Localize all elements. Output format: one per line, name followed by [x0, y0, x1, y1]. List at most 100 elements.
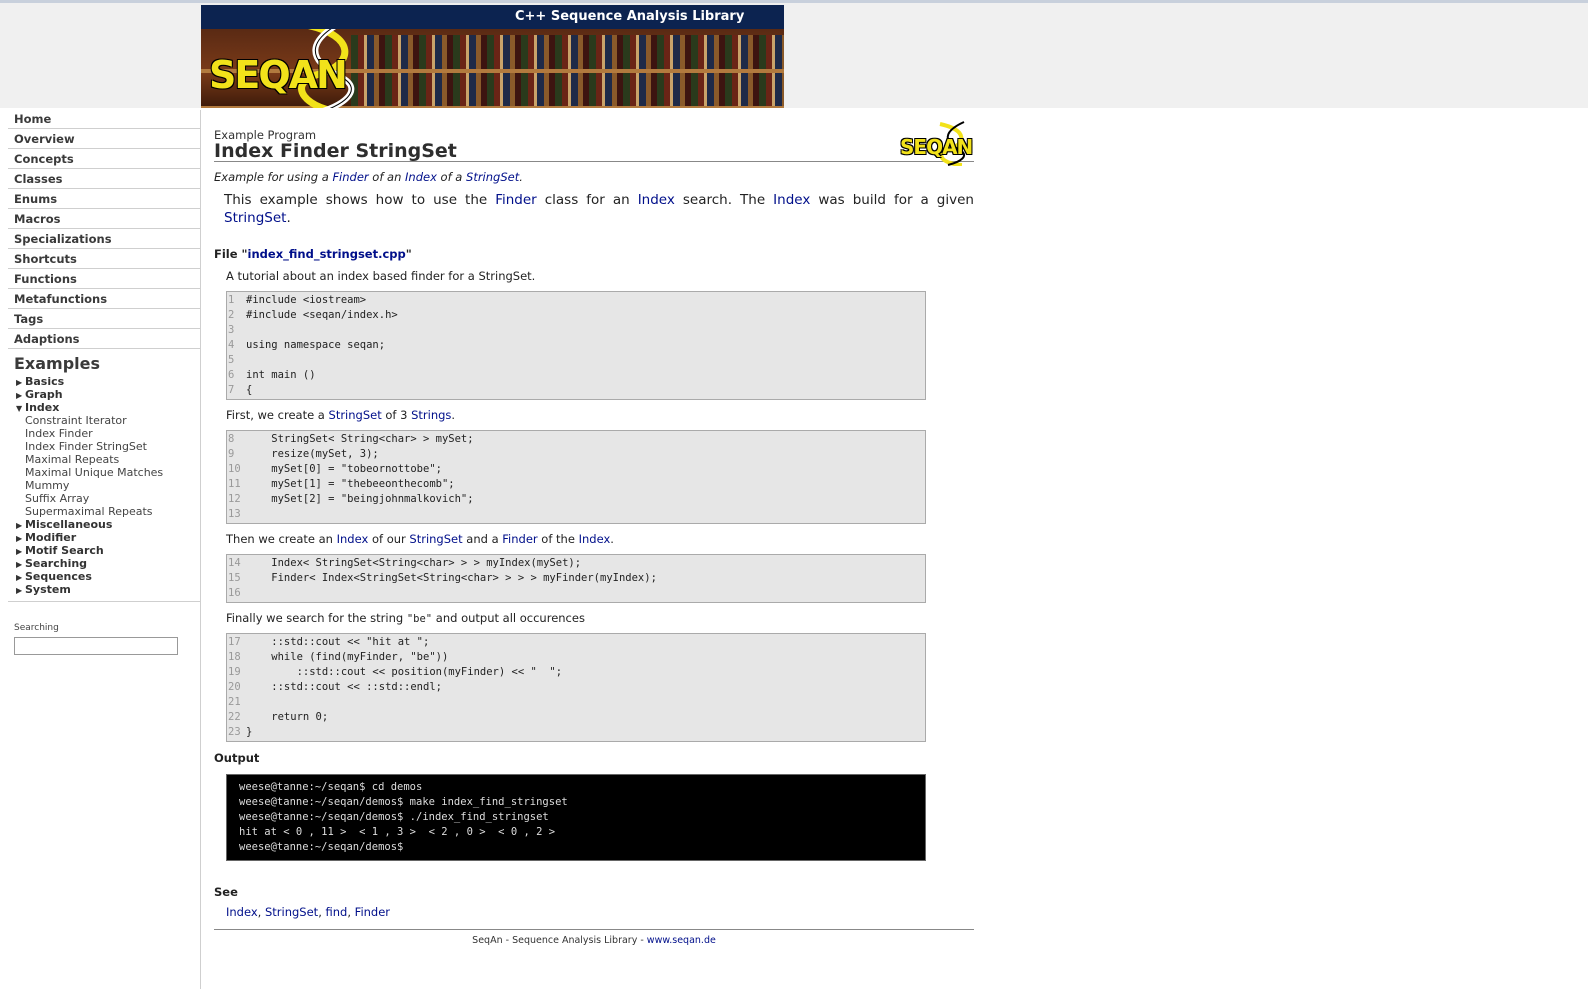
line-number: 12 [228, 493, 241, 505]
link-stringset[interactable]: StringSet [224, 210, 286, 226]
nav-item-home[interactable]: Home [8, 110, 200, 129]
code-text: #include <seqan/index.h> [246, 309, 398, 321]
examples-category-modifier[interactable]: ▶ Modifier [8, 531, 200, 544]
link-finder[interactable]: Finder [495, 192, 537, 208]
line-number: 16 [228, 587, 241, 599]
footer-link[interactable]: www.seqan.de [647, 935, 716, 946]
examples-item-supermaximal-repeats[interactable]: Supermaximal Repeats [8, 505, 200, 518]
search-input[interactable] [14, 636, 178, 655]
examples-category-searching[interactable]: ▶ Searching [8, 557, 200, 570]
line-number: 10 [228, 463, 241, 475]
link-index[interactable]: Index [579, 532, 611, 546]
examples-category-index[interactable]: ▼ Index [8, 401, 200, 414]
link-finder[interactable]: Finder [502, 532, 537, 546]
examples-item-suffix-array[interactable]: Suffix Array [8, 492, 200, 505]
terminal-output: weese@tanne:~/seqan$ cd demos weese@tanne… [226, 774, 926, 861]
link-stringset[interactable]: StringSet [409, 532, 462, 546]
examples-item-index-finder-stringset[interactable]: Index Finder StringSet [8, 440, 200, 453]
examples-category-system[interactable]: ▶ System [8, 583, 200, 596]
line-number: 6 [228, 369, 235, 381]
examples-category-graph[interactable]: ▶ Graph [8, 388, 200, 401]
examples-item-maximal-unique-matches[interactable]: Maximal Unique Matches [8, 466, 200, 479]
line-number: 1 [228, 294, 235, 306]
line-number: 21 [228, 696, 241, 708]
link-index[interactable]: Index [638, 192, 675, 208]
nav-item-classes[interactable]: Classes [8, 170, 200, 189]
triangle-right-icon: ▶ [16, 586, 23, 595]
nav-item-concepts[interactable]: Concepts [8, 150, 200, 169]
line-number: 23 [228, 726, 241, 738]
line-number: 8 [228, 433, 235, 445]
output-line: weese@tanne:~/seqan$ cd demos [239, 781, 423, 793]
examples-item-maximal-repeats[interactable]: Maximal Repeats [8, 453, 200, 466]
output-line: weese@tanne:~/seqan/demos$ make index_fi… [239, 796, 568, 808]
link-stringset[interactable]: StringSet [329, 408, 382, 422]
line-number: 2 [228, 309, 235, 321]
line-number: 4 [228, 339, 235, 351]
code-line: 1 #include <iostream> [227, 293, 925, 308]
examples-item-mummy[interactable]: Mummy [8, 479, 200, 492]
line-number: 15 [228, 572, 241, 584]
line-number: 22 [228, 711, 241, 723]
code-line: 19 ::std::cout << position(myFinder) << … [227, 665, 925, 680]
output-heading: Output [214, 751, 260, 765]
examples-heading: Examples [14, 354, 101, 373]
code-text: Index< StringSet<String<char> > > myInde… [246, 557, 582, 569]
link-index[interactable]: Index [773, 192, 810, 208]
nav-item-tags[interactable]: Tags [8, 310, 200, 329]
file-heading: File "index_find_stringset.cpp" [214, 247, 412, 261]
banner-image: SEQAN [201, 29, 784, 108]
code-line: 3 [227, 323, 925, 338]
category-label: System [25, 583, 71, 596]
category-label: Graph [25, 388, 63, 401]
file-link[interactable]: index_find_stringset.cpp [248, 247, 406, 261]
code-line: 11 mySet[1] = "thebeeonthecomb"; [227, 477, 925, 492]
code-line: 20 ::std::cout << ::std::endl; [227, 680, 925, 695]
examples-category-motif-search[interactable]: ▶ Motif Search [8, 544, 200, 557]
link-stringset[interactable]: StringSet [466, 170, 519, 184]
line-number: 5 [228, 354, 235, 366]
code-line: 16 [227, 586, 925, 601]
code-line: 17 ::std::cout << "hit at "; [227, 635, 925, 650]
description: This example shows how to use the Finder… [224, 192, 974, 226]
see-link-index[interactable]: Index [226, 905, 258, 919]
code-line: 2 #include <seqan/index.h> [227, 308, 925, 323]
see-link-find[interactable]: find [326, 905, 348, 919]
code-line: 13 [227, 507, 925, 522]
code-text: using namespace seqan; [246, 339, 386, 351]
code-line: 9 resize(mySet, 3); [227, 447, 925, 462]
link-index[interactable]: Index [337, 532, 369, 546]
main-content: Example Program Index Finder StringSet S… [214, 121, 974, 946]
code-text: int main () [246, 369, 316, 381]
line-number: 13 [228, 508, 241, 520]
nav-item-functions[interactable]: Functions [8, 270, 200, 289]
see-link-finder[interactable]: Finder [355, 905, 390, 919]
line-number: 9 [228, 448, 235, 460]
paragraph-3: Finally we search for the string "be" an… [226, 611, 585, 625]
link-index[interactable]: Index [405, 170, 437, 184]
nav-item-metafunctions[interactable]: Metafunctions [8, 290, 200, 309]
search-label: Searching [14, 623, 59, 633]
code-text: Finder< Index<StringSet<String<char> > >… [246, 572, 657, 584]
category-label: Basics [25, 375, 65, 388]
category-label: Motif Search [25, 544, 104, 557]
examples-item-index-finder[interactable]: Index Finder [8, 427, 200, 440]
nav-item-overview[interactable]: Overview [8, 130, 200, 149]
examples-item-constraint-iterator[interactable]: Constraint Iterator [8, 414, 200, 427]
code-block: 14 Index< StringSet<String<char> > > myI… [226, 554, 926, 603]
link-finder[interactable]: Finder [332, 170, 368, 184]
examples-category-miscellaneous[interactable]: ▶ Miscellaneous [8, 518, 200, 531]
code-line: 15 Finder< Index<StringSet<String<char> … [227, 571, 925, 586]
output-line: weese@tanne:~/seqan/demos$ ./index_find_… [239, 811, 549, 823]
nav-item-adaptions[interactable]: Adaptions [8, 330, 200, 349]
nav-item-shortcuts[interactable]: Shortcuts [8, 250, 200, 269]
nav-item-enums[interactable]: Enums [8, 190, 200, 209]
nav-item-specializations[interactable]: Specializations [8, 230, 200, 249]
line-number: 14 [228, 557, 241, 569]
link-strings[interactable]: Strings [411, 408, 451, 422]
output-line: weese@tanne:~/seqan/demos$ [239, 841, 404, 853]
see-link-stringset[interactable]: StringSet [265, 905, 318, 919]
examples-category-sequences[interactable]: ▶ Sequences [8, 570, 200, 583]
nav-item-macros[interactable]: Macros [8, 210, 200, 229]
examples-category-basics[interactable]: ▶ Basics [8, 375, 200, 388]
